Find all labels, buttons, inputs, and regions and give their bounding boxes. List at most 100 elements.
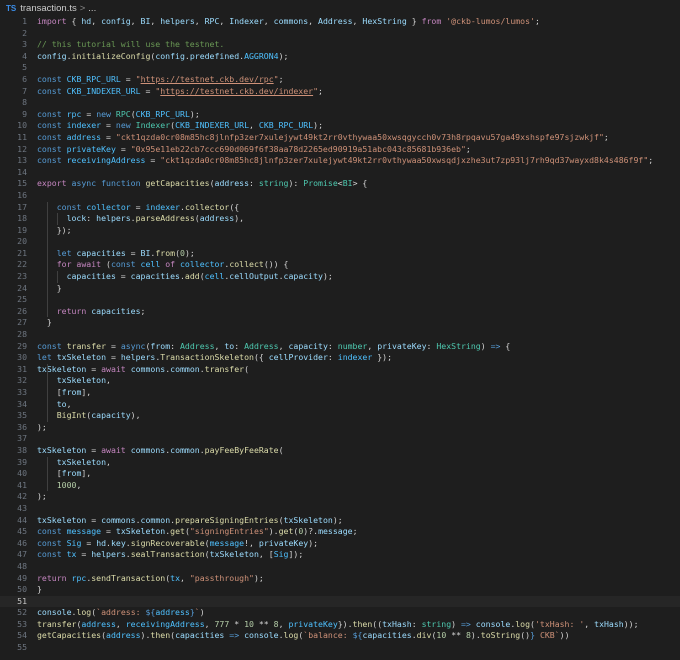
code-line[interactable]: 25: [0, 294, 680, 306]
code-token: indexer: [337, 352, 373, 363]
code-token: =: [125, 247, 141, 258]
code-line[interactable]: 20: [0, 236, 680, 248]
line-number: 5: [22, 62, 27, 73]
code-token: message: [66, 526, 102, 537]
code-token: address: [199, 213, 235, 224]
indent-guide: [46, 294, 48, 306]
code-line[interactable]: 10 const indexer = new Indexer(CKB_INDEXE…: [0, 120, 680, 132]
code-line[interactable]: 30 let txSkeleton = helpers.TransactionSk…: [0, 352, 680, 364]
code-line[interactable]: 16: [0, 190, 680, 202]
code-token: {: [66, 16, 82, 26]
code-token: capacities: [130, 271, 180, 282]
code-line[interactable]: 36);: [0, 422, 680, 434]
code-line[interactable]: 6 const CKB_RPC_URL = "https://testnet.ck…: [0, 74, 680, 86]
code-editor[interactable]: 1 import { hd, config, BI, helpers, RPC, …: [0, 16, 680, 660]
code-line[interactable]: 55: [0, 642, 680, 654]
code-line[interactable]: 14: [0, 167, 680, 179]
code-line[interactable]: 18 lock: helpers.parseAddress(address),: [0, 213, 680, 225]
code-text: for await (const cell of collector.colle…: [37, 259, 288, 272]
code-token: ):: [288, 178, 304, 189]
code-line[interactable]: 41 1000,: [0, 479, 680, 492]
code-line[interactable]: 32 txSkeleton,: [0, 375, 680, 387]
code-token: capacities: [175, 630, 225, 641]
code-line[interactable]: 50}: [0, 584, 680, 596]
code-line[interactable]: 54 getCapacities(address).then(capacities…: [0, 630, 680, 642]
code-line[interactable]: 15 export async function getCapacities(ad…: [0, 178, 680, 190]
breadcrumb-file-name[interactable]: transaction.ts: [20, 3, 77, 14]
code-line[interactable]: 45 const message = txSkeleton.get("signin…: [0, 526, 680, 538]
code-line[interactable]: 2: [0, 28, 680, 40]
code-line[interactable]: 43: [0, 503, 680, 515]
code-line[interactable]: 33 [from],: [0, 387, 680, 399]
code-line[interactable]: 11 const address = "ckt1qzda0cr08m85hc8jl…: [0, 132, 680, 144]
code-line[interactable]: 47 const tx = helpers.sealTransaction(txS…: [0, 549, 680, 561]
code-line[interactable]: 3 // this tutorial will use the testnet.: [0, 39, 680, 51]
code-token: capacities: [362, 630, 412, 641]
code-token: string: [421, 618, 452, 629]
code-line[interactable]: 34 to,: [0, 398, 680, 411]
code-text: const tx = helpers.sealTransaction(txSke…: [37, 549, 303, 561]
code-token: =: [130, 201, 146, 212]
code-line[interactable]: 7 const CKB_INDEXER_URL = "https://testne…: [0, 86, 680, 98]
code-line[interactable]: 26 return capacities;: [0, 305, 680, 318]
code-line[interactable]: 24 }: [0, 282, 680, 295]
code-line[interactable]: 39 txSkeleton,: [0, 456, 680, 469]
line-number: 37: [17, 433, 27, 444]
code-token: )?.: [303, 526, 319, 537]
code-token: txSkeleton: [56, 352, 107, 363]
code-line[interactable]: 31 txSkeleton = await commons.common.tran…: [0, 363, 680, 376]
code-line[interactable]: 28: [0, 329, 680, 341]
code-line[interactable]: 9 const rpc = new RPC(CKB_RPC_URL);: [0, 109, 680, 121]
code-line[interactable]: 29 const transfer = async(from: Address, …: [0, 341, 680, 353]
code-token: ]);: [288, 549, 304, 560]
code-token: privateKey: [288, 618, 338, 629]
line-number: 47: [17, 549, 27, 560]
code-line[interactable]: 23 capacities = capacities.add(cell.cell…: [0, 271, 680, 283]
code-token: Address: [180, 340, 215, 351]
code-line[interactable]: 44 txSkeleton = commons.common.prepareSig…: [0, 515, 680, 527]
code-line[interactable]: 22 for await (const cell of collector.co…: [0, 259, 680, 272]
code-line[interactable]: 49 return rpc.sendTransaction(tx, "passth…: [0, 573, 680, 585]
code-line[interactable]: 17 const collector = indexer.collector({: [0, 201, 680, 214]
code-token: });: [37, 224, 72, 235]
code-line[interactable]: 51: [0, 595, 680, 608]
code-line[interactable]: 40 [from],: [0, 468, 680, 480]
code-token: console: [244, 630, 279, 641]
code-token: common: [170, 363, 200, 374]
code-line[interactable]: 35 BigInt(capacity),: [0, 410, 680, 422]
code-token: privateKey: [377, 340, 427, 351]
code-line[interactable]: 52 console.log(`address: ${address}`): [0, 607, 680, 619]
code-text: BigInt(capacity),: [37, 410, 141, 422]
line-number: 10: [17, 120, 27, 131]
indent-guide: [46, 259, 48, 272]
code-line[interactable]: 53 transfer(address, receivingAddress, 77…: [0, 619, 680, 631]
code-line[interactable]: 8: [0, 97, 680, 109]
code-line[interactable]: 46 const Sig = hd.key.signRecoverable(mes…: [0, 538, 680, 550]
code-line[interactable]: 37: [0, 433, 680, 445]
breadcrumb: TS transaction.ts > ...: [0, 0, 680, 16]
code-line[interactable]: 4 config.initializeConfig(config.predefin…: [0, 51, 680, 63]
code-token: ).: [268, 526, 279, 537]
code-line[interactable]: 21 let capacities = BI.from(0);: [0, 247, 680, 260]
line-number: 19: [17, 224, 27, 235]
code-line[interactable]: 19 });: [0, 224, 680, 237]
code-line[interactable]: 12 const privateKey = "0x95e11eb22cb7ccc6…: [0, 144, 680, 156]
code-line[interactable]: 5: [0, 62, 680, 74]
code-line[interactable]: 1 import { hd, config, BI, helpers, RPC, …: [0, 16, 680, 28]
code-text: getCapacities(address).then(capacities =…: [37, 630, 570, 642]
code-token: BI: [140, 247, 151, 258]
code-line[interactable]: 13 const receivingAddress = "ckt1qzda0cr0…: [0, 155, 680, 167]
code-line[interactable]: 48: [0, 561, 680, 573]
code-line[interactable]: 42);: [0, 491, 680, 503]
code-token: ({: [253, 352, 269, 363]
code-token: =: [86, 444, 102, 455]
breadcrumb-symbol-ellipsis[interactable]: ...: [88, 3, 96, 14]
code-token: =: [120, 73, 136, 84]
code-line[interactable]: 27 }: [0, 317, 680, 329]
code-token: from: [61, 468, 82, 479]
code-token: Sig: [66, 537, 82, 548]
code-token: collector: [86, 201, 131, 212]
code-token: transfer: [204, 363, 245, 374]
code-token: );: [37, 421, 47, 432]
code-line[interactable]: 38 txSkeleton = await commons.common.payF…: [0, 445, 680, 457]
